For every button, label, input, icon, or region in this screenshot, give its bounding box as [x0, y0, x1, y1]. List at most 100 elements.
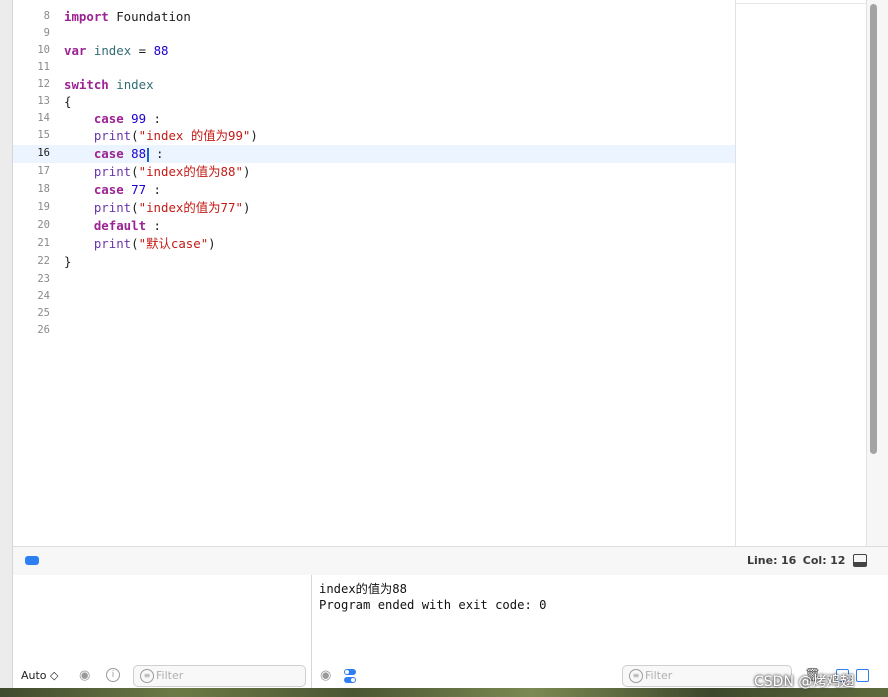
code-token-punc — [64, 218, 94, 233]
code-line[interactable]: 12 switch index — [13, 76, 735, 93]
code-line[interactable]: 19 print("index的值为77") — [13, 199, 735, 216]
scope-select[interactable]: Auto ◇ — [21, 669, 59, 682]
code-line[interactable]: 8 import Foundation — [13, 8, 735, 25]
variables-filter-field[interactable]: ≡ Filter — [133, 665, 306, 687]
line-number[interactable]: 16 — [13, 145, 50, 162]
code-text: switch index — [64, 76, 154, 93]
code-token-kw: default — [93, 218, 147, 233]
code-token-str: "index 的值为99" — [138, 128, 251, 143]
code-token-fn: print — [93, 164, 132, 179]
code-line[interactable]: 9 — [13, 25, 735, 42]
variables-filter-placeholder: Filter — [156, 669, 184, 682]
variables-toolbar: Auto ◇ ◉ i ≡ Filter — [13, 664, 311, 688]
code-token-punc: } — [64, 254, 72, 269]
code-token-punc: : — [148, 146, 164, 161]
toggle-icon[interactable] — [344, 669, 356, 683]
line-number[interactable]: 8 — [13, 8, 50, 25]
code-token-punc: ) — [242, 164, 251, 179]
code-text: print("默认case") — [64, 235, 216, 252]
line-number[interactable]: 9 — [13, 25, 50, 42]
code-token-str: "默认case" — [138, 236, 209, 251]
code-line[interactable]: 11 — [13, 59, 735, 76]
code-line[interactable]: 23 — [13, 271, 735, 288]
code-token-punc — [64, 200, 94, 215]
line-number[interactable]: 12 — [13, 76, 50, 93]
console-filter-placeholder: Filter — [645, 669, 673, 682]
line-number[interactable]: 22 — [13, 253, 50, 270]
code-token-punc: ) — [250, 128, 258, 143]
line-number[interactable]: 18 — [13, 181, 50, 198]
variables-view: Auto ◇ ◉ i ≡ Filter — [13, 575, 312, 697]
code-token-id: index — [93, 43, 132, 58]
code-line[interactable]: 17 print("index的值为88") — [13, 163, 735, 180]
line-number[interactable]: 26 — [13, 322, 50, 339]
code-token-punc: ( — [131, 200, 139, 215]
code-line[interactable]: 21 print("默认case") — [13, 235, 735, 252]
code-token-punc: = — [131, 43, 154, 58]
show-console-icon[interactable] — [856, 669, 869, 682]
code-text: default : — [64, 217, 161, 234]
line-number[interactable]: 23 — [13, 271, 50, 288]
code-line[interactable]: 18 case 77 : — [13, 181, 735, 198]
code-line[interactable]: 15 print("index 的值为99") — [13, 127, 735, 144]
minimap[interactable] — [735, 0, 866, 546]
line-number[interactable]: 24 — [13, 288, 50, 305]
line-number[interactable]: 11 — [13, 59, 50, 76]
code-token-fn: print — [93, 236, 132, 251]
watermark: CSDN @烤鸡翅 — [754, 674, 855, 690]
line-number[interactable]: 14 — [13, 110, 50, 127]
info-icon[interactable]: i — [106, 668, 120, 682]
col-label: Col: — [802, 554, 827, 567]
line-number[interactable]: 19 — [13, 199, 50, 216]
code-text: { — [64, 93, 71, 110]
minimap-header — [736, 0, 866, 4]
line-number[interactable]: 13 — [13, 93, 50, 110]
code-token-punc: : — [146, 218, 161, 233]
code-token-punc — [64, 182, 94, 197]
eye-icon[interactable]: ◉ — [320, 669, 331, 683]
col-value: 12 — [830, 554, 846, 567]
line-number[interactable]: 25 — [13, 305, 50, 322]
hide-debug-area-icon[interactable] — [853, 554, 867, 567]
code-line[interactable]: 10 var index = 88 — [13, 42, 735, 59]
code-token-punc — [86, 43, 93, 58]
code-line-current[interactable]: 16 case 88 : — [13, 145, 735, 163]
console-output-line: Program ended with exit code: 0 — [319, 598, 547, 612]
code-line[interactable]: 24 — [13, 288, 735, 305]
line-number[interactable]: 10 — [13, 42, 50, 59]
code-token-fn: print — [93, 200, 132, 215]
line-number[interactable]: 15 — [13, 127, 50, 144]
code-token-kw: var — [64, 43, 87, 58]
line-number[interactable]: 21 — [13, 235, 50, 252]
line-number[interactable]: 17 — [13, 163, 50, 180]
code-text: case 88 : — [64, 145, 164, 162]
line-number[interactable]: 20 — [13, 217, 50, 234]
eye-icon[interactable]: ◉ — [79, 669, 90, 683]
code-token-kw: import — [64, 9, 109, 24]
code-token-num: 77 — [131, 182, 147, 197]
editor-scrollbar-thumb[interactable] — [870, 4, 877, 454]
code-line[interactable]: 22} — [13, 253, 735, 270]
code-line[interactable]: 25 — [13, 305, 735, 322]
code-editor[interactable]: 8 import Foundation 9 10 var index = 88 11 12 s… — [13, 0, 735, 546]
code-token-punc — [64, 146, 94, 161]
code-line[interactable]: 13 { — [13, 93, 735, 110]
code-line[interactable]: 26 — [13, 322, 735, 339]
code-text: print("index 的值为99") — [64, 127, 258, 144]
filter-icon: ≡ — [140, 669, 154, 683]
debug-area-toggle-icon[interactable] — [25, 556, 39, 565]
window-left-edge — [0, 0, 13, 697]
code-text: var index = 88 — [64, 42, 168, 59]
code-token-punc — [64, 164, 94, 179]
code-text: case 99 : — [64, 110, 161, 127]
code-token-punc: Foundation — [108, 9, 191, 24]
code-token-punc: ( — [131, 128, 139, 143]
code-token-fn: print — [93, 128, 132, 143]
code-token-punc: ( — [131, 164, 139, 179]
code-line[interactable]: 14 case 99 : — [13, 110, 735, 127]
code-token-num: 99 — [131, 111, 147, 126]
code-line[interactable]: 20 default : — [13, 217, 735, 234]
code-token-id: index — [116, 77, 154, 92]
code-token-kw: case — [93, 146, 124, 161]
line-value: 16 — [780, 554, 797, 567]
